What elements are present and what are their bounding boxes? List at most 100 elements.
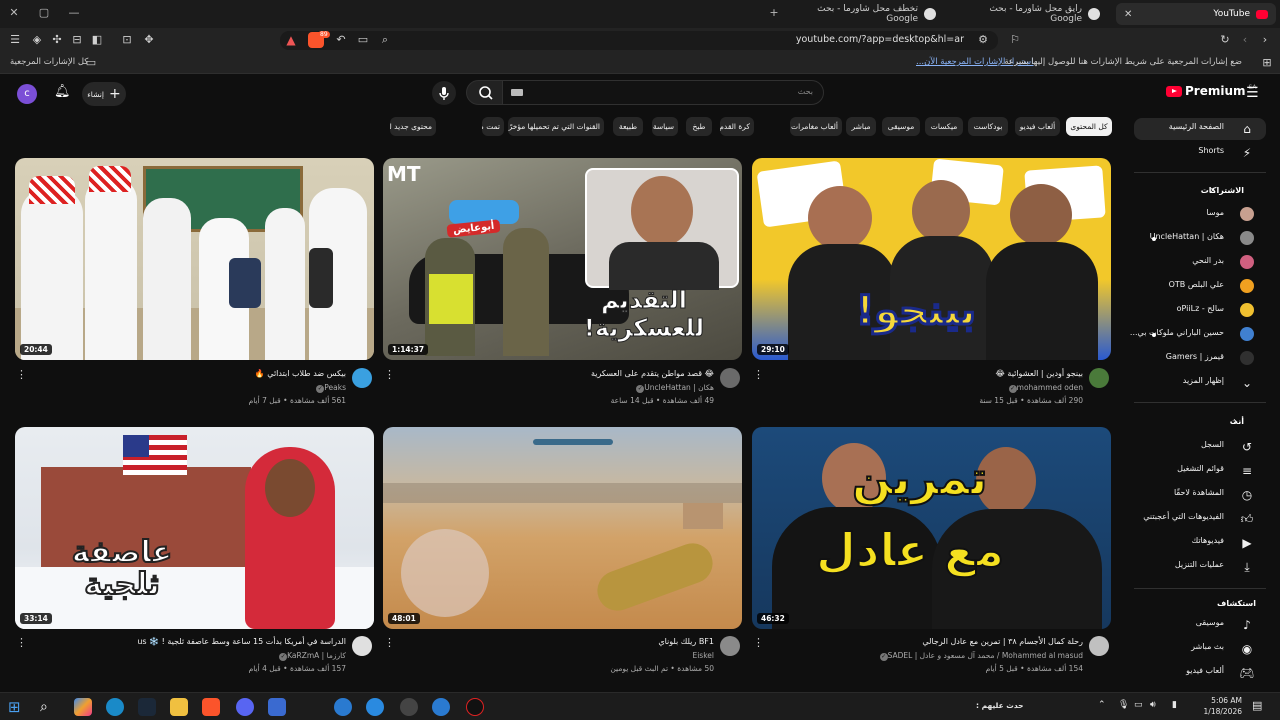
tray-overflow-icon[interactable]: ⌃: [1098, 700, 1106, 710]
create-button[interactable]: إنشاء +: [82, 82, 126, 106]
video-thumbnail[interactable]: 20:44: [15, 158, 374, 360]
app-icon[interactable]: [432, 698, 450, 716]
channel-name[interactable]: Eiskel: [692, 651, 714, 660]
more-actions-icon[interactable]: ⋮: [384, 637, 395, 648]
notifications-bell-icon[interactable]: 🔔︎: [54, 84, 71, 99]
channel-avatar[interactable]: [720, 368, 740, 388]
subscription-item[interactable]: قيمرز | Gamers: [1134, 348, 1266, 370]
extensions-icon[interactable]: ✣: [50, 33, 64, 47]
chip-0[interactable]: كل المحتوى: [1066, 117, 1112, 136]
channel-name[interactable]: mohammed oden ✓: [1007, 383, 1083, 393]
sidebar-item-music[interactable]: موسيقى ♪: [1134, 614, 1266, 636]
minimize-window-icon[interactable]: —: [64, 4, 84, 22]
video-title[interactable]: رحلة كمال الأجسام ٣٨ | تمرين مع عادل الر…: [922, 637, 1083, 646]
app-icon[interactable]: [334, 698, 352, 716]
subscription-item[interactable]: هكان | UncleHattan: [1134, 228, 1266, 250]
sidebar-item-playlist[interactable]: قوائم التشغيل ≡: [1134, 460, 1266, 482]
video-thumbnail[interactable]: تمرين مع عادل 46:32: [752, 427, 1111, 629]
new-tab-button[interactable]: +: [764, 4, 784, 22]
notifications-icon[interactable]: ▤: [1252, 699, 1262, 712]
video-thumbnail[interactable]: 48:01: [383, 427, 742, 629]
shield-icon[interactable]: ◈: [30, 33, 44, 47]
brave-icon[interactable]: [202, 698, 220, 716]
video-title[interactable]: بيكس ضد طلاب ابتدائي 🔥: [255, 369, 346, 378]
screenshot-icon[interactable]: ⊡: [120, 33, 134, 47]
chip-11[interactable]: القنوات التي تم تحميلها مؤخرًا: [508, 117, 604, 136]
keyboard-icon[interactable]: [511, 89, 523, 96]
subscription-item[interactable]: موسا: [1134, 204, 1266, 226]
reader-mode-icon[interactable]: ▭: [356, 33, 370, 47]
clock-time[interactable]: 5:06 AM: [1202, 696, 1242, 705]
sidebar-item-download[interactable]: عمليات التنزيل ⤓: [1134, 556, 1266, 578]
apps-grid-icon[interactable]: ⊞: [1260, 56, 1274, 70]
subscription-item[interactable]: علي البلص OTB: [1134, 276, 1266, 298]
mic-tray-icon[interactable]: 🎙︎: [1118, 700, 1129, 710]
channel-name[interactable]: Mohammed al masud / محمد آل مسعود و عادل…: [878, 651, 1083, 661]
volume-icon[interactable]: 🔊︎: [1150, 700, 1156, 710]
chip-6[interactable]: ألعاب مغامرات وحركة: [790, 117, 842, 136]
chip-7[interactable]: كرة القدم: [720, 117, 754, 136]
chip-4[interactable]: موسيقى: [882, 117, 920, 136]
close-window-icon[interactable]: ✕: [4, 4, 24, 22]
search-button[interactable]: [466, 80, 503, 105]
close-tab-icon[interactable]: ✕: [1124, 9, 1132, 20]
file-explorer-icon[interactable]: [170, 698, 188, 716]
store-icon[interactable]: [268, 698, 286, 716]
tab-google-search-2[interactable]: تخطف محل شاورما - بحث Google: [806, 3, 944, 25]
chip-9[interactable]: سياسة: [652, 117, 678, 136]
share-icon[interactable]: ↶: [334, 33, 348, 47]
youtube-logo[interactable]: Premium SA: [1166, 84, 1257, 98]
chip-10[interactable]: طبيعة: [613, 117, 643, 136]
all-bookmarks-link[interactable]: كل الإشارات المرجعية: [10, 57, 88, 67]
sidebar-item-home[interactable]: الصفحة الرئيسية ⌂: [1134, 118, 1266, 140]
menu-icon[interactable]: ☰: [8, 33, 22, 47]
channel-avatar[interactable]: [720, 636, 740, 656]
video-thumbnail[interactable]: عاصفة ثلجية 33:14: [15, 427, 374, 629]
channel-name[interactable]: Peaks ✓: [314, 383, 346, 393]
copilot-icon[interactable]: [74, 698, 92, 716]
more-actions-icon[interactable]: ⋮: [16, 369, 27, 380]
forward-icon[interactable]: ›: [1258, 33, 1272, 47]
bookmark-icon[interactable]: ⚐: [1008, 33, 1022, 47]
sidebar-item-gaming[interactable]: ألعاب فيديو 🎮︎: [1134, 662, 1266, 684]
puzzle-icon[interactable]: ✥: [142, 33, 156, 47]
sidebar-item-watch-later[interactable]: المشاهدة لاحقًا ◷: [1134, 484, 1266, 506]
more-actions-icon[interactable]: ⋮: [384, 369, 395, 380]
channel-avatar[interactable]: [352, 636, 372, 656]
channel-avatar[interactable]: [1089, 368, 1109, 388]
sidebar-item-shorts[interactable]: Shorts ⚡︎: [1134, 142, 1266, 164]
chip-5[interactable]: مباشر: [846, 117, 876, 136]
battery-icon[interactable]: ▮: [1172, 700, 1177, 710]
back-icon[interactable]: ‹: [1238, 33, 1252, 47]
app-icon[interactable]: [466, 698, 484, 716]
subscriptions-heading[interactable]: الاشتراكات: [1134, 186, 1244, 195]
discord-icon[interactable]: [236, 698, 254, 716]
video-title[interactable]: بينجو أودين | العشوائية 😂: [996, 369, 1083, 378]
network-icon[interactable]: ▭: [1134, 700, 1143, 710]
app-icon[interactable]: [366, 698, 384, 716]
video-title[interactable]: BF1 ريلك بلوناي: [658, 637, 714, 646]
zoom-icon[interactable]: ⌕: [378, 33, 392, 47]
channel-name[interactable]: كارزما | KaRZmA ✓: [277, 651, 346, 661]
app-icon[interactable]: [400, 698, 418, 716]
tab-youtube[interactable]: YouTube ✕: [1116, 3, 1276, 25]
clock-date[interactable]: 1/18/2026: [1200, 707, 1242, 716]
chip-2[interactable]: بودكاست: [968, 117, 1008, 136]
edge-icon[interactable]: [106, 698, 124, 716]
channel-name[interactable]: هكان | UncleHattan ✓: [634, 383, 714, 393]
downloads-icon[interactable]: ⊟: [70, 33, 84, 47]
tab-google-search-1[interactable]: رايق محل شاورما - بحث Google: [966, 3, 1108, 25]
maximize-window-icon[interactable]: ▢: [34, 4, 54, 22]
windows-start-icon[interactable]: ⊞: [8, 698, 26, 716]
chip-1[interactable]: ألعاب فيديو: [1015, 117, 1060, 136]
chip-3[interactable]: ميكسات: [925, 117, 963, 136]
video-thumbnail[interactable]: MT أبوعايض التقديم للعسكرية! 1:14:37: [383, 158, 742, 360]
more-actions-icon[interactable]: ⋮: [753, 369, 764, 380]
guide-menu-icon[interactable]: ☰: [1246, 85, 1259, 101]
subscription-item[interactable]: بدر النحي: [1134, 252, 1266, 274]
you-heading[interactable]: أنت: [1134, 417, 1244, 426]
subscription-item[interactable]: حسين الباراني ملوكات بي...: [1130, 324, 1266, 346]
chip-8[interactable]: طبخ: [686, 117, 712, 136]
account-avatar[interactable]: c: [17, 84, 37, 104]
video-title[interactable]: 😂 قصد مواطن يتقدم على العسكرية: [591, 369, 714, 378]
